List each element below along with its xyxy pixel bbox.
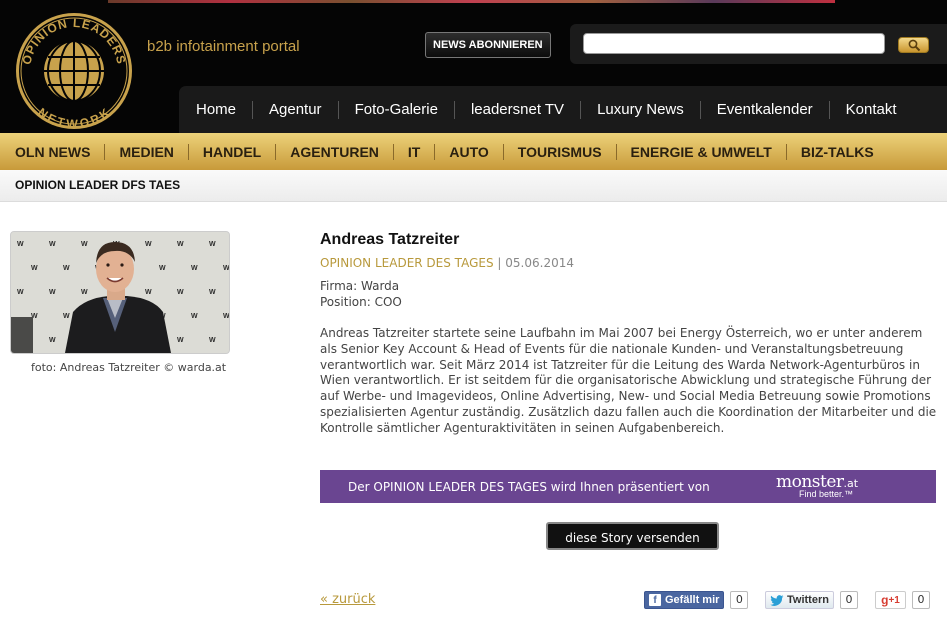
meta-separator: | [497,256,502,270]
google-plus-one-label: +1 [888,594,900,606]
category-biz-talks[interactable]: BIZ-TALKS [785,143,888,160]
google-plus-one-count: 0 [912,591,930,609]
backdrop-logo-mark: W [81,241,88,248]
search-button[interactable] [898,37,929,53]
backdrop-logo-mark: W [209,337,216,344]
twitter-share-count: 0 [839,591,858,609]
nav-kontakt[interactable]: Kontakt [828,100,913,119]
facebook-like-label: Gefällt mir [665,594,720,606]
facebook-like-button[interactable]: f Gefällt mir [644,591,725,609]
google-plus-icon: g [881,593,889,607]
nav-leadersnet-tv[interactable]: leadersnet TV [453,100,580,119]
backdrop-logo-mark: W [17,289,24,296]
article-body: Andreas Tatzreiter startete seine Laufba… [320,326,937,435]
backdrop-logo-mark: W [177,337,184,344]
photo-caption: foto: Andreas Tatzreiter © warda.at [31,361,227,374]
backdrop-logo-mark: W [177,241,184,248]
backdrop-logo-mark: W [209,289,216,296]
back-link[interactable]: « zurück [320,592,375,607]
backdrop-logo-mark: W [223,265,229,272]
nav-foto-galerie[interactable]: Foto-Galerie [337,100,454,119]
twitter-share-button[interactable]: Twittern [765,591,834,609]
backdrop-logo-mark: W [159,265,166,272]
category-tourismus[interactable]: TOURISMUS [502,143,616,160]
search-icon [908,39,921,52]
article-meta: OPINION LEADER DES TAGES | 05.06.2014 [320,256,574,270]
backdrop-logo-mark: W [209,241,216,248]
section-title: OPINION LEADER DFS TAES [15,178,181,192]
backdrop-logo-mark: W [63,313,70,320]
backdrop-logo-mark: W [49,289,56,296]
backdrop-logo-mark: W [145,241,152,248]
facebook-like: f Gefällt mir 0 [644,590,749,610]
search-input[interactable] [583,33,885,54]
sponsor-text: Der OPINION LEADER DES TAGES wird Ihnen … [348,480,710,494]
sponsor-banner[interactable]: Der OPINION LEADER DES TAGES wird Ihnen … [320,470,936,503]
category-energie-umwelt[interactable]: ENERGIE & UMWELT [615,143,786,160]
main-navigation: Home Agentur Foto-Galerie leadersnet TV … [179,86,947,133]
backdrop-logo-mark: W [191,313,198,320]
twitter-share: Twittern 0 [765,590,858,610]
site-header: OPINION LEADERS NETWORK b2b infotainment… [0,0,947,133]
google-plus-one-button[interactable]: g +1 [875,591,906,609]
top-banner-strip[interactable] [108,0,835,3]
backdrop-logo-mark: W [17,241,24,248]
position-line: Position: COO [320,295,402,309]
send-story-button[interactable]: diese Story versenden [546,522,719,550]
backdrop-logo-mark: W [177,289,184,296]
backdrop-logo-mark: W [49,337,56,344]
portrait-image: WWWWWWWWWWWWWWWWWWWWWWWWWWWWWWWWWWW [11,232,229,353]
oln-globe-logo[interactable]: OPINION LEADERS NETWORK [14,11,134,131]
twitter-share-label: Twittern [787,594,829,606]
site-tagline: b2b infotainment portal [147,38,300,55]
portrait-photo[interactable]: WWWWWWWWWWWWWWWWWWWWWWWWWWWWWWWWWWW [10,231,230,354]
category-it[interactable]: IT [392,143,434,160]
backdrop-logo-mark: W [49,241,56,248]
facebook-icon: f [649,594,661,606]
backdrop-logo-mark: W [31,265,38,272]
article-date: 05.06.2014 [505,256,574,270]
monster-logo[interactable]: monster.at Find better.™ [776,472,858,499]
article-category[interactable]: OPINION LEADER DES TAGES [320,256,494,270]
twitter-bird-icon [770,594,784,606]
section-header: OPINION LEADER DFS TAES [0,170,947,202]
nav-eventkalender[interactable]: Eventkalender [699,100,829,119]
google-plus-one: g +1 0 [875,590,930,610]
category-oln-news[interactable]: OLN NEWS [0,144,104,160]
category-auto[interactable]: AUTO [434,143,502,160]
backdrop-logo-mark: W [63,265,70,272]
facebook-like-count: 0 [730,591,749,609]
category-medien[interactable]: MEDIEN [104,143,187,160]
company-line: Firma: Warda [320,279,400,293]
person-name: Andreas Tatzreiter [320,231,460,248]
backdrop-logo-mark: W [223,313,229,320]
nav-agentur[interactable]: Agentur [252,100,338,119]
backdrop-logo-mark: W [191,265,198,272]
backdrop-logo-mark: W [81,289,88,296]
nav-home[interactable]: Home [179,101,252,119]
monster-logo-tagline: Find better.™ [799,489,854,499]
nav-luxury-news[interactable]: Luxury News [580,100,700,119]
category-agenturen[interactable]: AGENTUREN [275,143,393,160]
backdrop-logo-mark: W [145,289,152,296]
newsletter-subscribe-button[interactable]: NEWS ABONNIEREN [425,32,551,58]
category-handel[interactable]: HANDEL [187,143,275,160]
category-navigation: OLN NEWS MEDIEN HANDEL AGENTUREN IT AUTO… [0,133,947,170]
